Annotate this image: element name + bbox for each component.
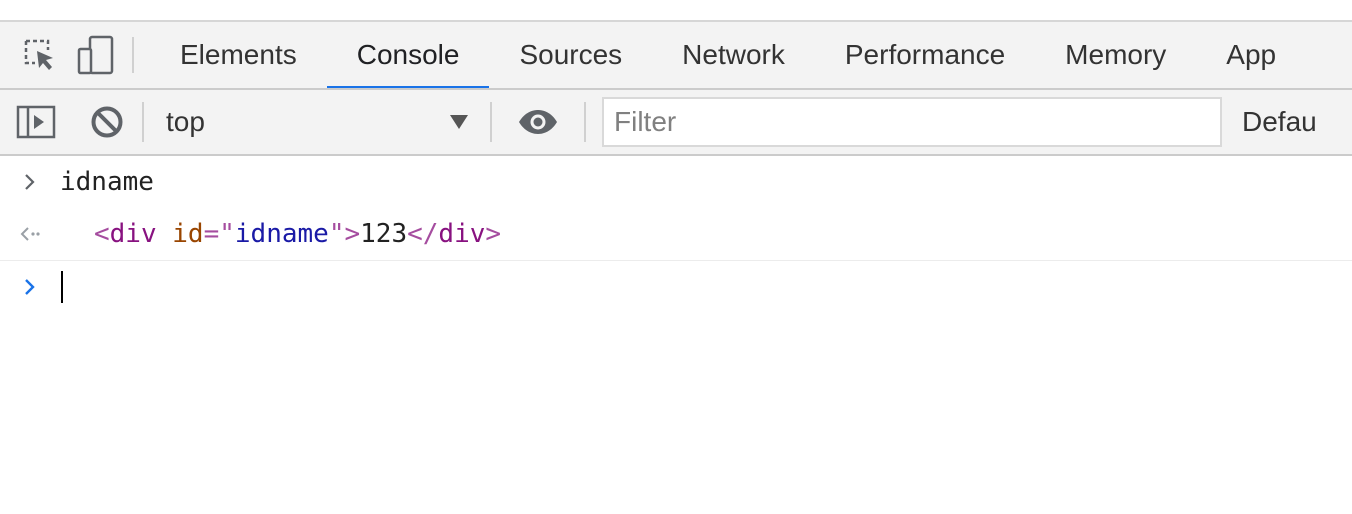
show-sidebar-button[interactable]: [0, 90, 72, 154]
text-cursor: [61, 271, 63, 303]
console-input-line: idname: [0, 156, 1352, 208]
tab-sources[interactable]: Sources: [489, 22, 652, 88]
attribute-value: idname: [234, 219, 329, 249]
tag-name: div: [109, 219, 157, 249]
clear-console-button[interactable]: [72, 90, 142, 154]
devtools-tabbar: Elements Console Sources Network Perform…: [0, 22, 1352, 90]
element-text-content: 123: [360, 219, 408, 249]
sidebar-toggle-icon: [16, 105, 56, 139]
dropdown-caret-icon: [450, 115, 468, 129]
tab-memory[interactable]: Memory: [1035, 22, 1196, 88]
tab-elements[interactable]: Elements: [148, 22, 327, 88]
dom-element-preview[interactable]: <div id="idname">123</div>: [60, 219, 501, 249]
context-selector[interactable]: top: [144, 90, 490, 154]
toolbar-separator: [584, 102, 586, 142]
closing-tag-close: >: [485, 219, 502, 249]
context-selector-value: top: [166, 106, 205, 137]
console-command-text: idname: [60, 167, 154, 197]
log-levels-dropdown[interactable]: Defau: [1242, 106, 1317, 138]
tab-performance[interactable]: Performance: [815, 22, 1035, 88]
tab-network[interactable]: Network: [652, 22, 815, 88]
console-toolbar: top Defau: [0, 90, 1352, 156]
inspect-element-icon: [24, 39, 53, 70]
tab-application[interactable]: App: [1196, 22, 1306, 88]
prompt-chevron-icon: [0, 277, 60, 297]
window-top-strip: [0, 0, 1352, 22]
closing-tag-open: </: [407, 219, 439, 249]
device-toolbar-button[interactable]: [66, 22, 126, 88]
console-prompt-line[interactable]: [0, 261, 1352, 313]
clear-console-icon: [91, 106, 123, 138]
result-arrow-icon: [0, 226, 60, 242]
device-toolbar-icon: [77, 35, 114, 75]
attribute-close: ">: [328, 219, 361, 249]
tab-console[interactable]: Console: [326, 22, 490, 88]
console-output: idname <div id="idname">123</div>: [0, 156, 1352, 313]
create-live-expression-button[interactable]: [492, 109, 584, 135]
filter-input[interactable]: [602, 97, 1222, 147]
attribute-equals: =": [203, 219, 235, 249]
input-prompt-chevron-icon: [0, 172, 60, 192]
tag-open-bracket: <: [94, 219, 110, 249]
console-result-line: <div id="idname">123</div>: [0, 208, 1352, 261]
eye-icon: [519, 110, 557, 134]
attribute-name: id: [172, 219, 204, 249]
tabbar-separator: [132, 37, 134, 73]
closing-tag-name: div: [438, 219, 486, 249]
